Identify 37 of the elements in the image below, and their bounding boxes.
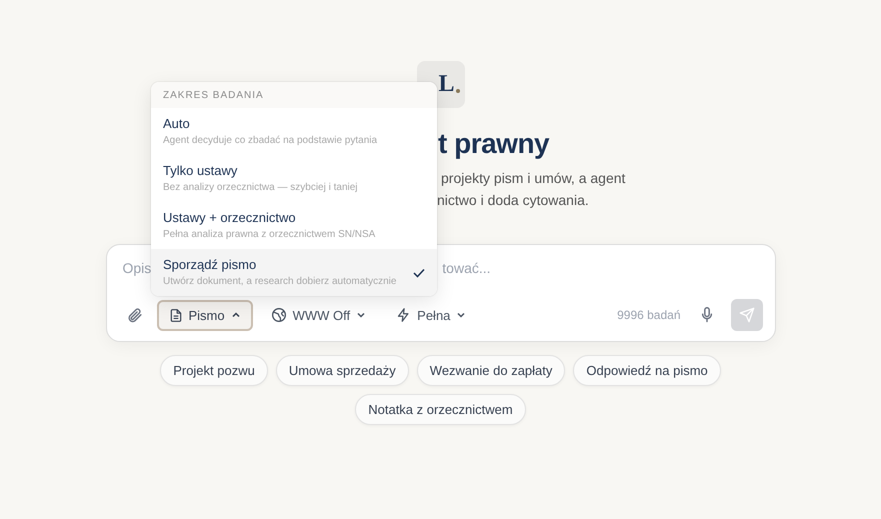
suggestion-chip[interactable]: Notatka z orzecznictwem: [355, 394, 526, 425]
lightning-icon: [396, 307, 412, 323]
menu-item-description: Pełna analiza prawna z orzecznictwem SN/NSA: [163, 228, 376, 241]
placeholder-text: Opis: [122, 260, 152, 276]
suggestion-chip[interactable]: Projekt pozwu: [160, 355, 268, 386]
globe-icon: [270, 307, 287, 323]
document-icon: [168, 308, 182, 322]
menu-item-description: Agent decyduje co zbadać na podstawie pytania: [163, 134, 378, 147]
menu-item-title: Ustawy + orzecznictwo: [163, 210, 297, 226]
placeholder-text: tować...: [442, 260, 491, 276]
page-title: t prawny: [438, 127, 550, 161]
menu-item-description: Bez analizy orzecznictwa — szybciej i taniej: [163, 181, 358, 194]
paperclip-icon: [126, 306, 143, 324]
caret-icon: [230, 310, 241, 320]
suggestion-chip[interactable]: Wezwanie do zapłaty: [416, 355, 566, 386]
subtitle-text: nictwo i doda cytowania.: [437, 192, 589, 208]
research-count: 9996 badań: [617, 308, 680, 322]
checkmark-icon: [413, 268, 425, 278]
caret-icon: [456, 310, 466, 320]
menu-heading: ZAKRES BADANIA: [151, 82, 437, 108]
depth-dropdown-button[interactable]: Pełna: [384, 300, 478, 330]
caret-icon: [356, 310, 366, 320]
microphone-icon: [700, 307, 712, 323]
send-icon: [738, 307, 754, 323]
web-search-dropdown-button[interactable]: WWW Off: [258, 300, 378, 330]
suggestion-chip[interactable]: Umowa sprzedaży: [276, 355, 409, 386]
menu-item-title: Auto: [163, 116, 191, 132]
menu-item-title: Tylko ustawy: [163, 163, 238, 179]
menu-item[interactable]: Auto Agent decyduje co zbadać na podstawie pytania: [151, 108, 437, 155]
mode-dropdown-button[interactable]: Pismo: [156, 300, 253, 330]
menu-item[interactable]: Tylko ustawy Bez analizy orzecznictwa — szybciej i taniej: [151, 155, 437, 202]
menu-item[interactable]: Ustawy + orzecznictwo Pełna analiza prawna z orzecznictwem SN/NSA: [151, 202, 437, 249]
subtitle-text: projekty pism i umów, a agent: [441, 170, 626, 186]
suggestion-chip[interactable]: Odpowiedź na pismo: [573, 355, 721, 386]
menu-item-description: Utwórz dokument, a research dobierz automatycznie: [163, 275, 396, 288]
menu-item-title: Sporządź pismo: [163, 257, 258, 273]
menu-item[interactable]: Sporządź pismo Utwórz dokument, a research dobierz automatycznie: [151, 249, 437, 296]
